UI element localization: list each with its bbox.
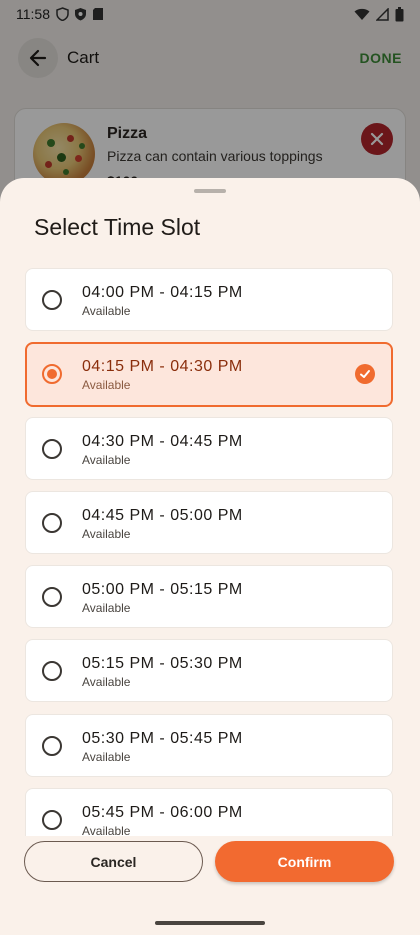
slot-time: 05:45 PM - 06:00 PM bbox=[82, 804, 243, 821]
slot-status: Available bbox=[82, 378, 131, 392]
slot-time: 04:00 PM - 04:15 PM bbox=[82, 284, 243, 301]
sheet-title: Select Time Slot bbox=[34, 214, 201, 240]
slot-time: 04:45 PM - 05:00 PM bbox=[82, 507, 243, 524]
time-slot[interactable]: 04:30 PM - 04:45 PM Available bbox=[25, 417, 393, 480]
time-slot[interactable]: 05:30 PM - 05:45 PM Available bbox=[25, 714, 393, 777]
radio-button[interactable] bbox=[42, 810, 62, 830]
cancel-button[interactable]: Cancel bbox=[24, 841, 203, 882]
radio-button[interactable] bbox=[42, 513, 62, 533]
slot-time: 05:30 PM - 05:45 PM bbox=[82, 730, 243, 747]
time-slot[interactable]: 05:45 PM - 06:00 PM Available bbox=[25, 788, 393, 836]
home-indicator[interactable] bbox=[155, 921, 265, 925]
time-slot[interactable]: 04:45 PM - 05:00 PM Available bbox=[25, 491, 393, 554]
radio-button[interactable] bbox=[42, 290, 62, 310]
slot-status: Available bbox=[82, 304, 131, 318]
radio-button[interactable] bbox=[42, 439, 62, 459]
slot-time: 05:00 PM - 05:15 PM bbox=[82, 581, 243, 598]
drag-handle[interactable] bbox=[194, 189, 226, 193]
slot-status: Available bbox=[82, 527, 131, 541]
time-slot[interactable]: 04:00 PM - 04:15 PM Available bbox=[25, 268, 393, 331]
time-slot-list[interactable]: 04:00 PM - 04:15 PM Available 04:15 PM -… bbox=[0, 268, 420, 836]
slot-status: Available bbox=[82, 601, 131, 615]
radio-button[interactable] bbox=[42, 736, 62, 756]
time-slot-sheet: Select Time Slot 04:00 PM - 04:15 PM Ava… bbox=[0, 178, 420, 935]
time-slot[interactable]: 05:15 PM - 05:30 PM Available bbox=[25, 639, 393, 702]
radio-button-selected[interactable] bbox=[42, 364, 62, 384]
slot-status: Available bbox=[82, 824, 131, 836]
slot-time: 05:15 PM - 05:30 PM bbox=[82, 655, 243, 672]
time-slot-selected[interactable]: 04:15 PM - 04:30 PM Available bbox=[25, 342, 393, 407]
radio-button[interactable] bbox=[42, 661, 62, 681]
slot-status: Available bbox=[82, 453, 131, 467]
time-slot[interactable]: 05:00 PM - 05:15 PM Available bbox=[25, 565, 393, 628]
slot-time: 04:30 PM - 04:45 PM bbox=[82, 433, 243, 450]
radio-button[interactable] bbox=[42, 587, 62, 607]
check-circle-icon bbox=[355, 364, 375, 384]
slot-status: Available bbox=[82, 675, 131, 689]
slot-time: 04:15 PM - 04:30 PM bbox=[82, 358, 243, 375]
slot-status: Available bbox=[82, 750, 131, 764]
confirm-button[interactable]: Confirm bbox=[215, 841, 394, 882]
